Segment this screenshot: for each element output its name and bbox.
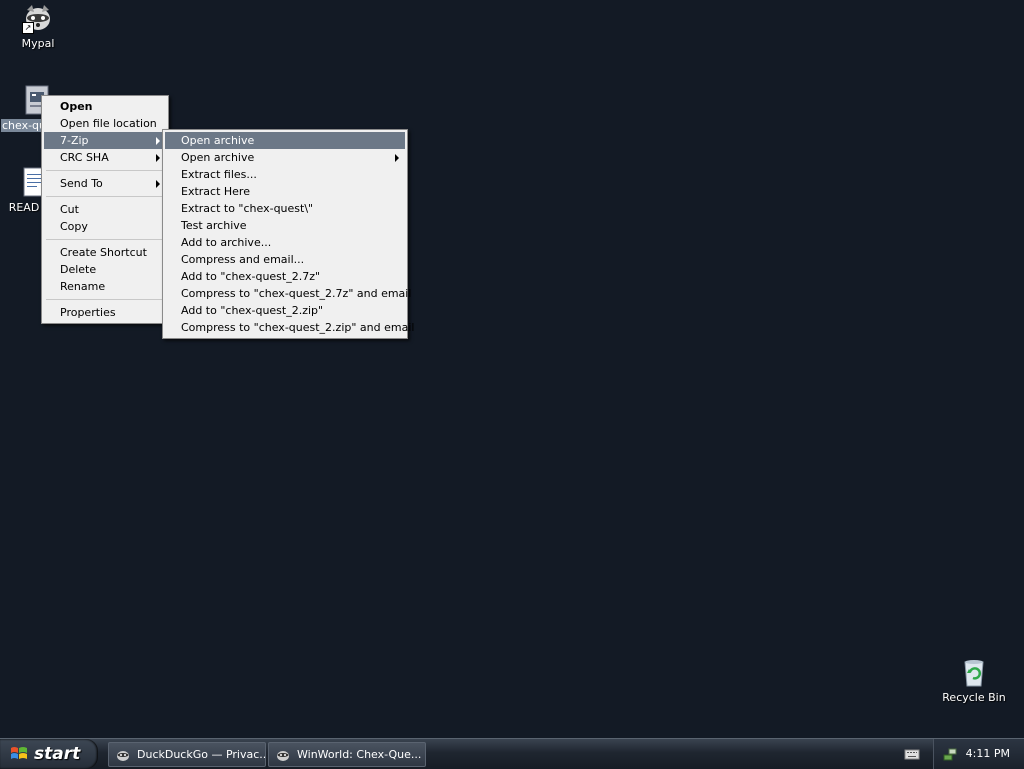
taskbar: start DuckDuckGo — Privac... WinWorld: C… <box>0 738 1024 769</box>
submenu-item-open-archive-more[interactable]: Open archive <box>165 149 405 166</box>
context-menu: Open Open file location 7-Zip CRC SHA Se… <box>41 95 169 324</box>
menu-item-properties[interactable]: Properties <box>44 304 166 321</box>
raccoon-icon <box>117 751 129 761</box>
start-button[interactable]: start <box>0 739 98 769</box>
submenu-item-compress-email[interactable]: Compress and email... <box>165 251 405 268</box>
menu-item-open-file-location[interactable]: Open file location <box>44 115 166 132</box>
menu-item-crc-sha[interactable]: CRC SHA <box>44 149 166 166</box>
menu-item-send-to[interactable]: Send To <box>44 175 166 192</box>
submenu-item-extract-to[interactable]: Extract to "chex-quest\" <box>165 200 405 217</box>
taskbar-button-duckduckgo[interactable]: DuckDuckGo — Privac... <box>108 742 266 767</box>
system-tray: 4:11 PM <box>933 739 1024 769</box>
raccoon-icon: ↗ <box>22 2 54 34</box>
windows-logo-icon <box>11 747 27 759</box>
menu-item-label: Send To <box>60 177 103 190</box>
menu-separator <box>46 299 164 300</box>
menu-separator <box>46 239 164 240</box>
raccoon-icon <box>277 751 289 761</box>
submenu-arrow-icon <box>156 180 160 188</box>
submenu-item-compress-zip-email[interactable]: Compress to "chex-quest_2.zip" and email <box>165 319 414 336</box>
submenu-item-add-to-7z[interactable]: Add to "chex-quest_2.7z" <box>165 268 405 285</box>
keyboard-icon[interactable] <box>904 747 920 761</box>
menu-item-rename[interactable]: Rename <box>44 278 166 295</box>
menu-separator <box>46 196 164 197</box>
submenu-item-test-archive[interactable]: Test archive <box>165 217 405 234</box>
desktop-icon-label: READ <box>8 201 40 214</box>
submenu-arrow-icon <box>395 154 399 162</box>
clock[interactable]: 4:11 PM <box>966 739 1010 769</box>
menu-item-delete[interactable]: Delete <box>44 261 166 278</box>
submenu-item-add-to-archive[interactable]: Add to archive... <box>165 234 405 251</box>
menu-item-label: 7-Zip <box>60 134 89 147</box>
desktop-icon-mypal[interactable]: ↗ Mypal <box>0 2 76 50</box>
start-label: start <box>34 744 81 764</box>
submenu-item-extract-here[interactable]: Extract Here <box>165 183 405 200</box>
submenu-item-open-archive[interactable]: Open archive <box>165 132 405 149</box>
taskbar-button-label: DuckDuckGo — Privac... <box>137 748 266 761</box>
shortcut-arrow-icon: ↗ <box>22 22 34 34</box>
recycle-bin-icon <box>958 656 990 688</box>
taskbar-button-winworld[interactable]: WinWorld: Chex-Que... <box>268 742 426 767</box>
desktop-icon-label: Recycle Bin <box>942 691 1006 704</box>
menu-item-label: CRC SHA <box>60 151 109 164</box>
sevenzip-submenu: Open archive Open archive Extract files.… <box>162 129 414 339</box>
desktop-icon-recycle-bin[interactable]: Recycle Bin <box>936 656 1012 704</box>
submenu-item-extract-files[interactable]: Extract files... <box>165 166 405 183</box>
menu-item-label: Open archive <box>181 151 255 164</box>
submenu-arrow-icon <box>156 137 160 145</box>
network-icon[interactable] <box>942 746 958 762</box>
taskbar-button-label: WinWorld: Chex-Que... <box>297 748 422 761</box>
submenu-arrow-icon <box>156 154 160 162</box>
menu-item-cut[interactable]: Cut <box>44 201 166 218</box>
menu-separator <box>46 170 164 171</box>
submenu-item-compress-7z-email[interactable]: Compress to "chex-quest_2.7z" and email <box>165 285 411 302</box>
menu-item-copy[interactable]: Copy <box>44 218 166 235</box>
desktop-icon-label: Mypal <box>21 37 55 50</box>
menu-item-open[interactable]: Open <box>44 98 166 115</box>
menu-item-create-shortcut[interactable]: Create Shortcut <box>44 244 166 261</box>
menu-item-7zip[interactable]: 7-Zip <box>44 132 166 149</box>
submenu-item-add-to-zip[interactable]: Add to "chex-quest_2.zip" <box>165 302 405 319</box>
